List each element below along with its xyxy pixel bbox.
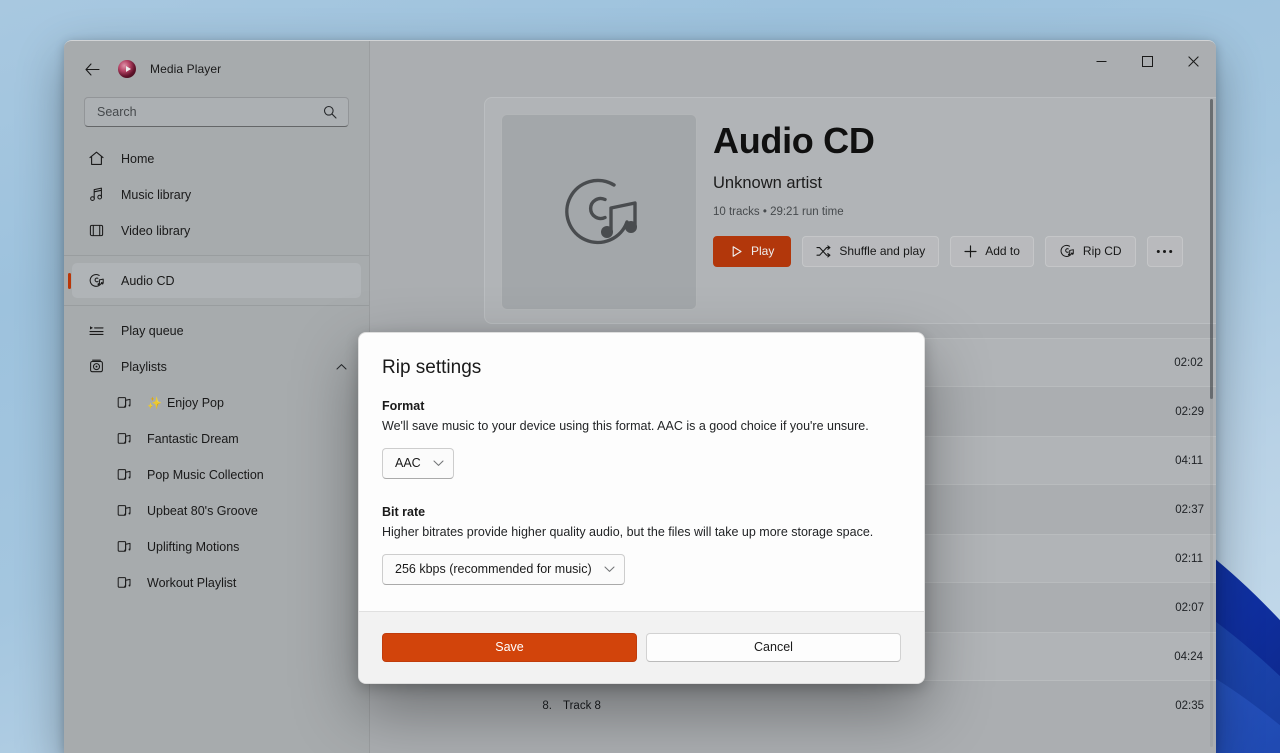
field-spacer <box>382 479 901 505</box>
chevron-down-icon <box>604 565 615 573</box>
chevron-down-icon <box>433 459 444 467</box>
format-label: Format <box>382 399 425 413</box>
dialog-footer: Save Cancel <box>359 610 924 683</box>
desktop-background: Media Player Search Home Music library V… <box>0 0 1280 753</box>
bitrate-field: Bit rate Higher bitrates provide higher … <box>382 505 901 585</box>
bitrate-dropdown[interactable]: 256 kbps (recommended for music) <box>382 553 625 585</box>
format-dropdown[interactable]: AAC <box>382 447 454 479</box>
format-field: Format We'll save music to your device u… <box>382 399 901 479</box>
cancel-button[interactable]: Cancel <box>646 632 901 662</box>
dialog-body: Rip settings Format We'll save music to … <box>359 333 924 611</box>
dialog-title: Rip settings <box>382 357 482 378</box>
save-button[interactable]: Save <box>382 632 637 662</box>
bitrate-label: Bit rate <box>382 504 426 519</box>
media-player-window: Media Player Search Home Music library V… <box>64 40 1216 753</box>
format-selected-value: AAC <box>395 456 421 471</box>
bitrate-description: Higher bitrates provide higher quality a… <box>382 524 874 539</box>
bitrate-selected-value: 256 kbps (recommended for music) <box>395 562 592 577</box>
format-description: We'll save music to your device using th… <box>382 419 869 433</box>
rip-settings-dialog: Rip settings Format We'll save music to … <box>358 332 925 684</box>
